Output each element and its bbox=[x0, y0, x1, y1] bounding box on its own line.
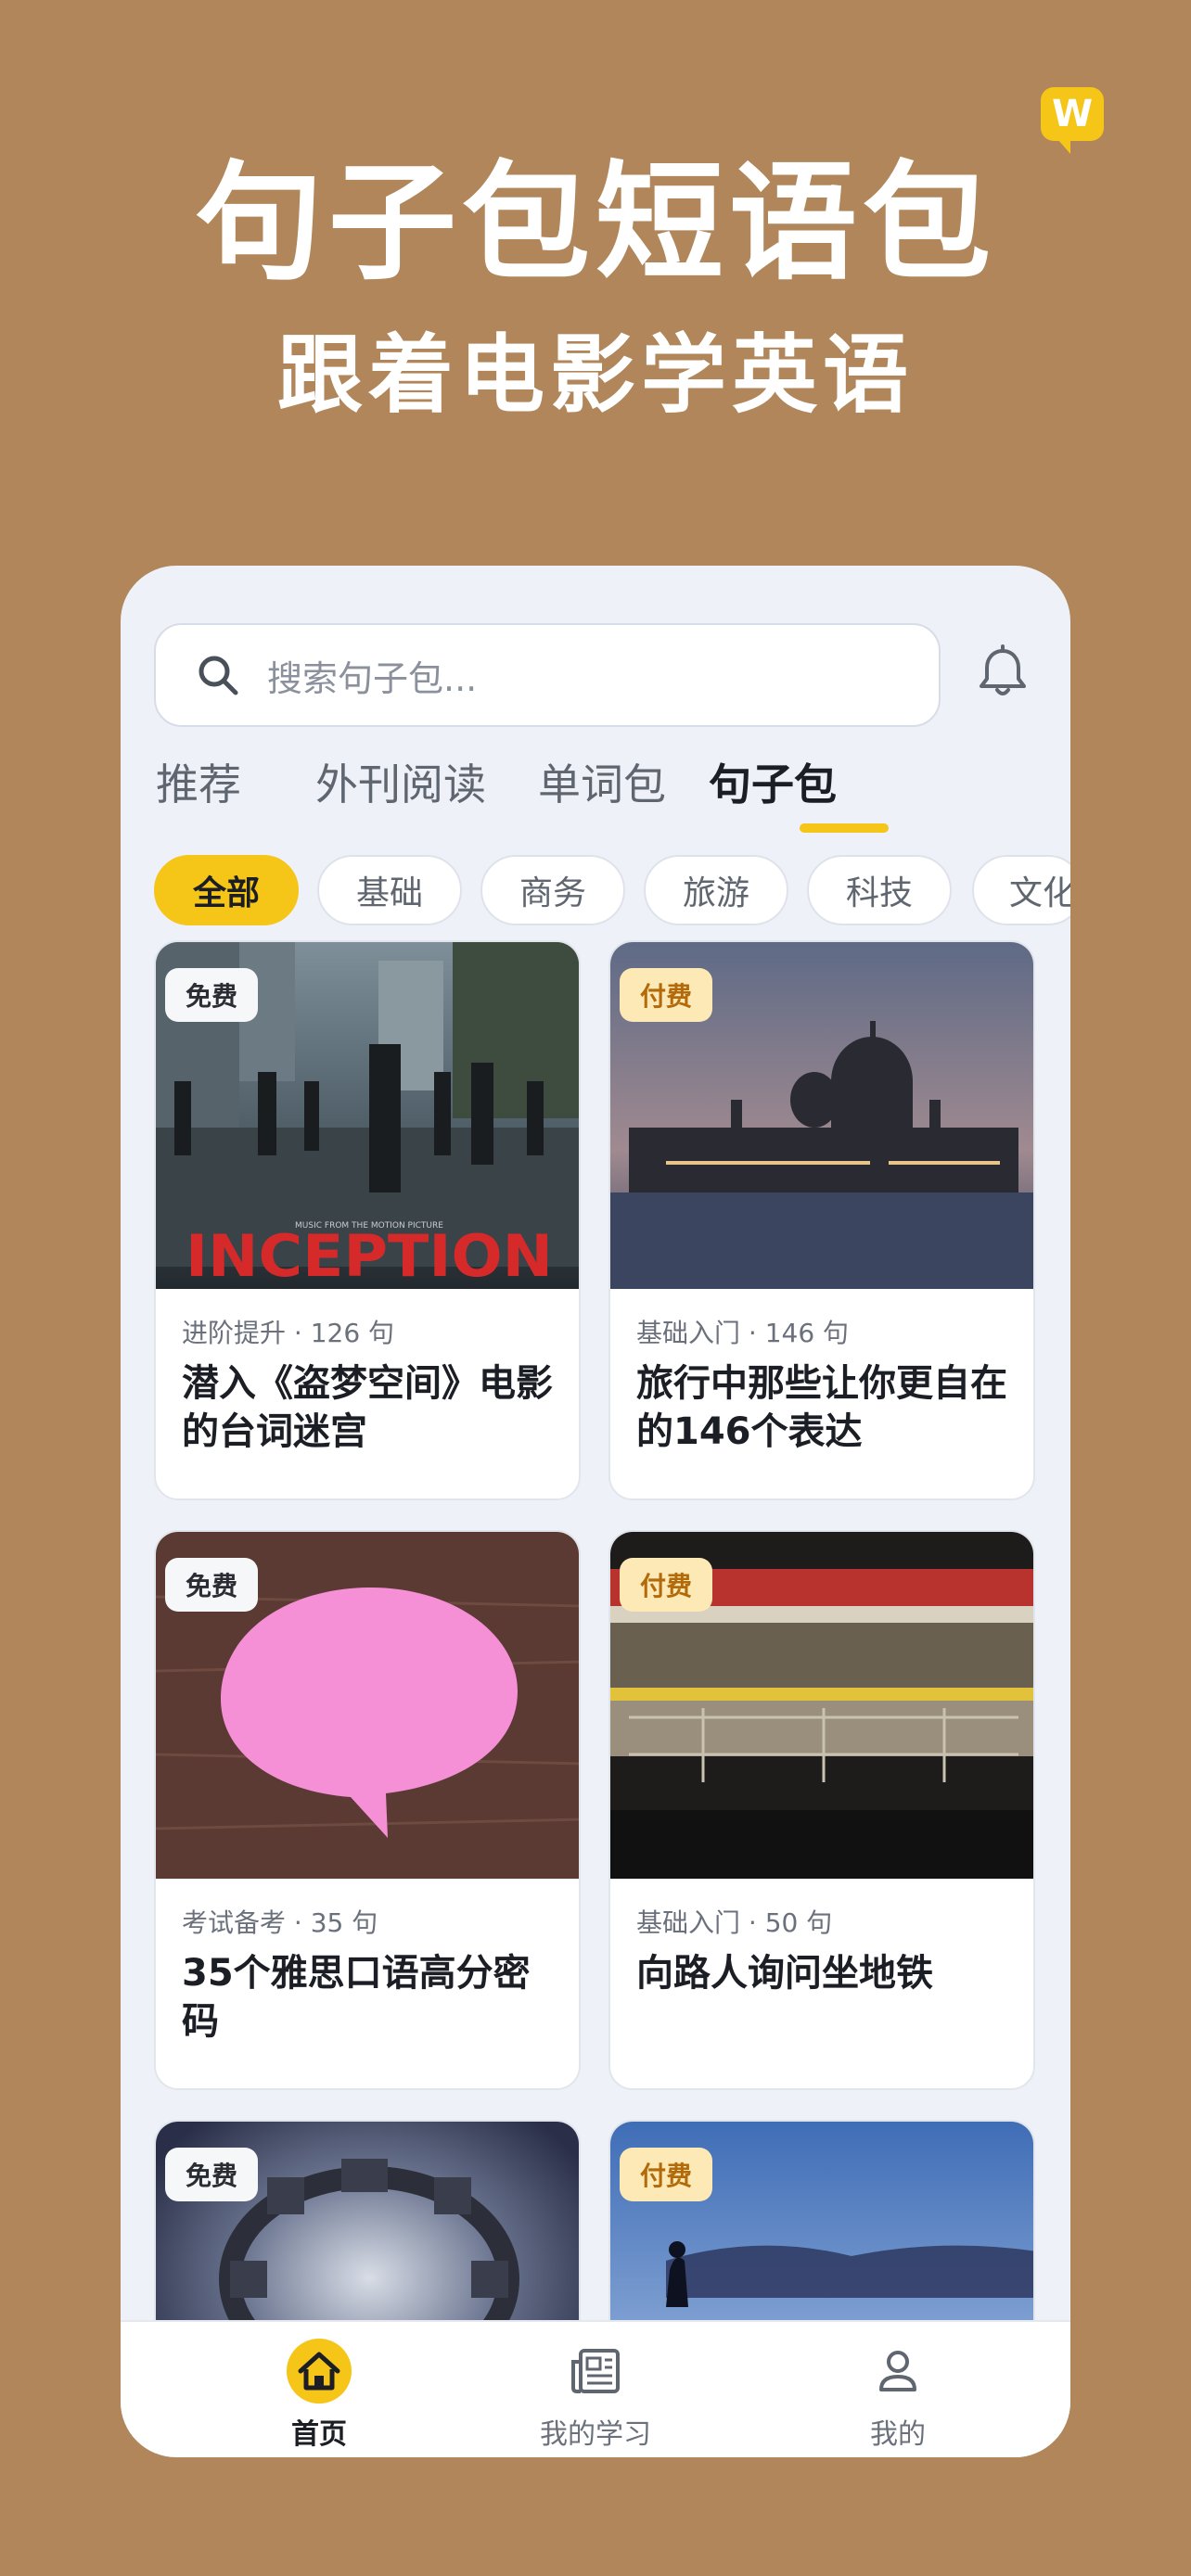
chip-basic[interactable]: 基础 bbox=[317, 855, 462, 925]
card-title: 向路人询问坐地铁 bbox=[636, 1952, 933, 1995]
card-meta: 考试备考 · 35 句 bbox=[182, 1907, 378, 1938]
chip-tech[interactable]: 科技 bbox=[807, 855, 952, 925]
nav-profile[interactable]: 我的 bbox=[805, 2339, 991, 2452]
chip-business[interactable]: 商务 bbox=[480, 855, 625, 925]
search-input[interactable]: 搜索句子包... bbox=[267, 650, 477, 701]
paid-badge: 付费 bbox=[620, 2148, 713, 2201]
card-meta: 基础入门 · 50 句 bbox=[636, 1907, 833, 1938]
hero-subtitle: 跟着电影学英语 bbox=[276, 325, 914, 425]
home-icon bbox=[287, 2339, 352, 2404]
card-title: 35个雅思口语高分密码 bbox=[182, 1952, 531, 2043]
tab-sentence-packs[interactable]: 句子包 bbox=[709, 751, 837, 812]
chip-travel[interactable]: 旅游 bbox=[644, 855, 788, 925]
paid-badge: 付费 bbox=[620, 1558, 713, 1612]
news-icon bbox=[571, 2349, 620, 2393]
phone-screen: 搜索句子包... 推荐 外刊阅读 单词包 句子包 全部 基础 商务 旅游 科技 … bbox=[121, 566, 1070, 2457]
nav-my-study[interactable]: 我的学习 bbox=[503, 2339, 688, 2452]
chip-culture[interactable]: 文化 bbox=[972, 855, 1070, 925]
notification-bell-icon[interactable] bbox=[972, 642, 1033, 703]
card-title: 旅行中那些让你更自在的146个表达 bbox=[636, 1362, 1007, 1453]
card-meta: 基础入门 · 146 句 bbox=[636, 1318, 850, 1348]
active-tab-indicator bbox=[800, 823, 889, 833]
user-icon bbox=[879, 2351, 916, 2391]
free-badge: 免费 bbox=[165, 2148, 259, 2201]
sentence-pack-card[interactable]: 付费 基础入门 · 50 句 向路人询问坐地铁 bbox=[608, 1530, 1035, 2090]
tab-foreign-reading[interactable]: 外刊阅读 bbox=[315, 751, 486, 812]
card-meta: 进阶提升 · 126 句 bbox=[182, 1318, 395, 1348]
nav-home-label: 首页 bbox=[291, 2418, 347, 2451]
tab-word-packs[interactable]: 单词包 bbox=[538, 751, 666, 812]
sentence-pack-card[interactable]: MUSIC FROM THE MOTION PICTURE INCEPTION … bbox=[154, 940, 581, 1500]
nav-profile-label: 我的 bbox=[870, 2418, 926, 2451]
search-bar[interactable]: 搜索句子包... bbox=[154, 623, 941, 727]
nav-my-study-label: 我的学习 bbox=[540, 2418, 651, 2451]
free-badge: 免费 bbox=[165, 1558, 259, 1612]
free-badge: 免费 bbox=[165, 968, 259, 1022]
paid-badge: 付费 bbox=[620, 968, 713, 1022]
tab-recommend[interactable]: 推荐 bbox=[156, 751, 241, 812]
sentence-pack-card[interactable]: 付费 基础入门 · 146 句 旅行中那些让你更自在的146个表达 bbox=[608, 940, 1035, 1500]
card-title: 潜入《盗梦空间》电影的台词迷宫 bbox=[182, 1362, 553, 1453]
search-icon bbox=[198, 656, 238, 695]
poster-title-text: INCEPTION bbox=[186, 1222, 553, 1289]
chip-all[interactable]: 全部 bbox=[154, 855, 299, 925]
sentence-pack-card[interactable]: 免费 考试备考 · 35 句 35个雅思口语高分密码 bbox=[154, 1530, 581, 2090]
nav-home[interactable]: 首页 bbox=[226, 2339, 412, 2452]
hero-title: 句子包短语包 bbox=[194, 148, 996, 298]
bottom-navigation: 首页 我的学习 我的 bbox=[121, 2320, 1070, 2457]
